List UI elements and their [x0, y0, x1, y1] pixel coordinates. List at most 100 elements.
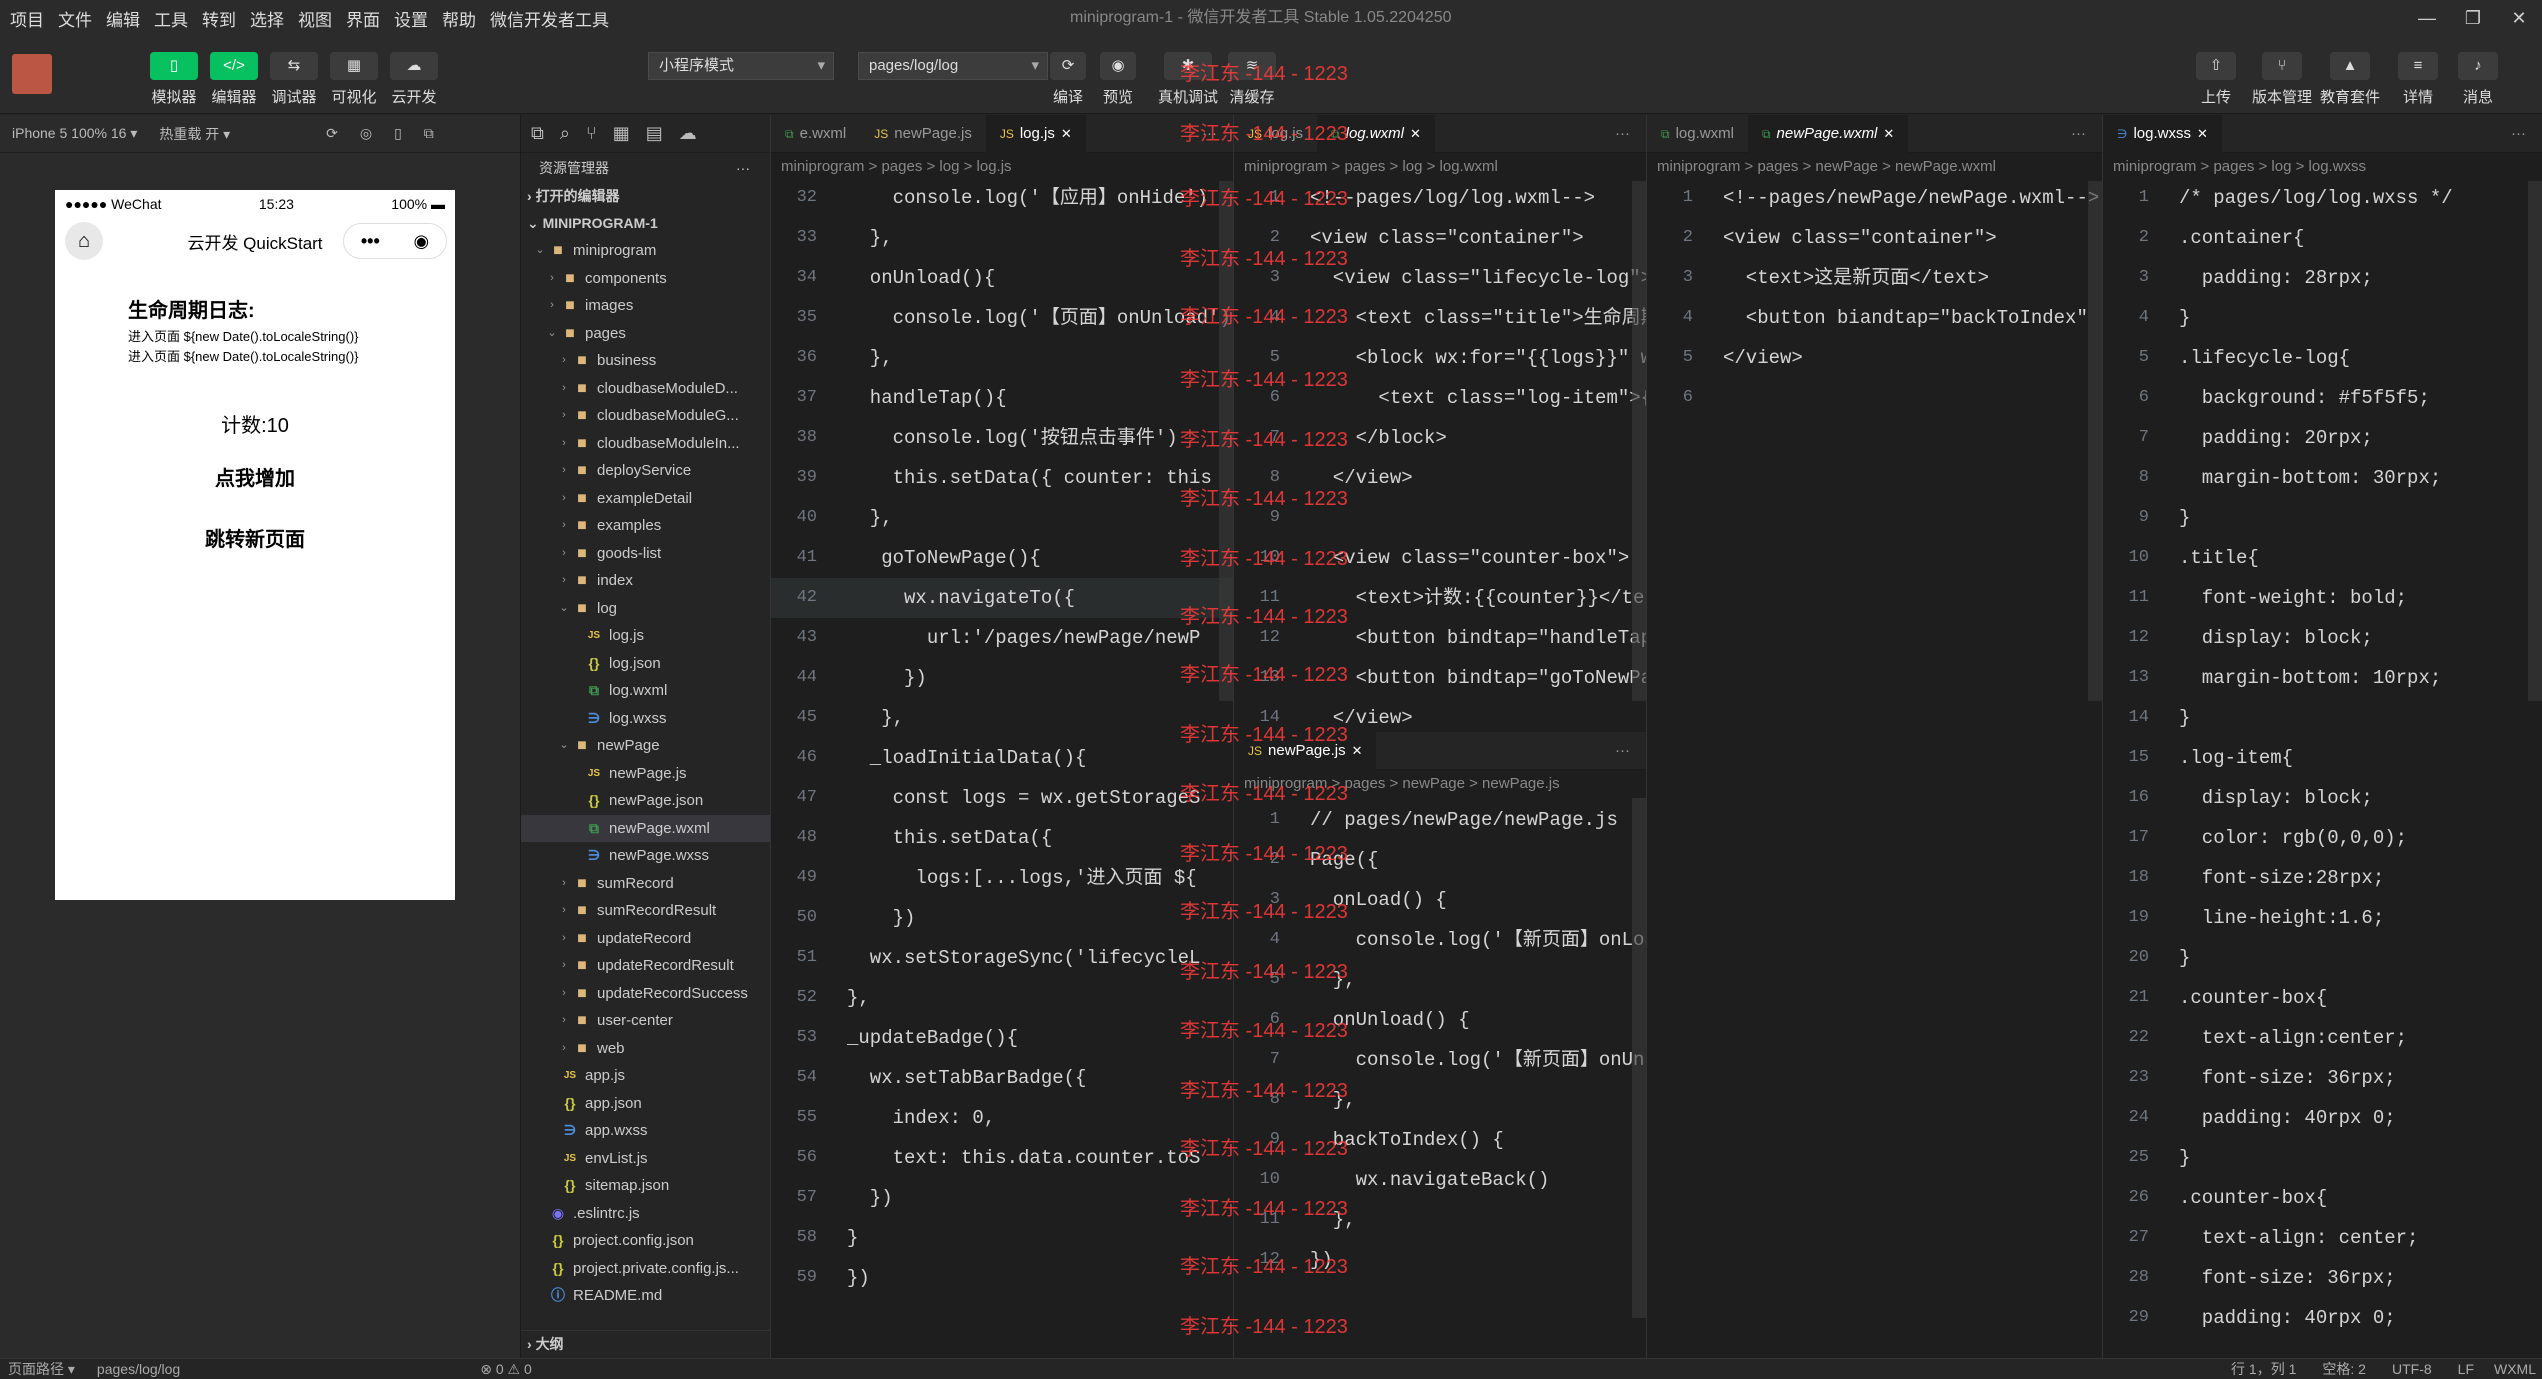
chevron-right-icon[interactable]: › [545, 265, 559, 293]
close-icon[interactable]: ✕ [2496, 0, 2542, 36]
chevron-right-icon[interactable]: › [557, 1007, 571, 1035]
file-item[interactable]: ◉ .eslintrc.js [521, 1200, 770, 1228]
editor-tab[interactable]: ⧉ newPage.wxml ✕ [1747, 115, 1909, 153]
folder-item[interactable]: ⌄ ■ log [521, 595, 770, 623]
chevron-right-icon[interactable]: › [545, 292, 559, 320]
file-item[interactable]: {} newPage.json [521, 787, 770, 815]
scrollbar[interactable] [1632, 181, 1646, 701]
file-item[interactable]: {} project.config.json [521, 1227, 770, 1255]
close-icon[interactable]: ✕ [1061, 115, 1072, 153]
file-item[interactable]: ∋ log.wxss [521, 705, 770, 733]
version-button[interactable]: ⑂ 版本管理 [2252, 52, 2312, 107]
menu-item[interactable]: 微信开发者工具 [490, 6, 609, 31]
chevron-right-icon[interactable]: › [557, 347, 571, 375]
folder-item[interactable]: › ■ deployService [521, 457, 770, 485]
chevron-right-icon[interactable]: › [557, 897, 571, 925]
chevron-right-icon[interactable]: › [557, 485, 571, 513]
scrollbar[interactable] [1219, 181, 1233, 701]
chevron-right-icon[interactable]: › [557, 430, 571, 458]
page-path-select[interactable]: 页面路径 ▾ [8, 1359, 75, 1379]
chevron-down-icon[interactable]: ⌄ [557, 732, 571, 760]
folder-item[interactable]: ⌄ ■ miniprogram [521, 237, 770, 265]
editor-tab[interactable]: ⧉ log.wxml [1647, 115, 1748, 153]
close-icon[interactable]: ✕ [1410, 115, 1421, 153]
open-editors-section[interactable]: › 打开的编辑器 [521, 183, 770, 210]
storage-icon[interactable]: ▤ [646, 123, 663, 144]
folder-item[interactable]: › ■ sumRecord [521, 870, 770, 898]
eol[interactable]: LF [2458, 1361, 2474, 1377]
capsule-menu[interactable]: ••• ◉ [343, 223, 447, 259]
more-icon[interactable]: ··· [1615, 742, 1630, 759]
file-item[interactable]: JS envList.js [521, 1145, 770, 1173]
folder-item[interactable]: › ■ web [521, 1035, 770, 1063]
more-icon[interactable]: ··· [2071, 125, 2086, 142]
file-item[interactable]: ∋ newPage.wxss [521, 842, 770, 870]
folder-item[interactable]: › ■ cloudbaseModuleIn... [521, 430, 770, 458]
problems-count[interactable]: ⊗ 0 ⚠ 0 [480, 1361, 532, 1378]
language-mode[interactable]: WXML [2494, 1361, 2536, 1377]
chevron-down-icon[interactable]: ⌄ [545, 320, 559, 348]
folder-item[interactable]: ⌄ ■ newPage [521, 732, 770, 760]
file-item[interactable]: {} app.json [521, 1090, 770, 1118]
close-icon[interactable]: ✕ [1352, 732, 1363, 770]
folder-item[interactable]: › ■ index [521, 567, 770, 595]
increment-button[interactable]: 点我增加 [55, 462, 455, 491]
upload-button[interactable]: ⇧ 上传 [2196, 52, 2236, 107]
folder-item[interactable]: › ■ cloudbaseModuleD... [521, 375, 770, 403]
project-section[interactable]: ⌄ MINIPROGRAM-1 [521, 210, 770, 237]
chevron-down-icon[interactable]: ⌄ [557, 595, 571, 623]
compile-button[interactable]: ⟳ 编译 [1050, 52, 1086, 107]
menu-item[interactable]: 转到 [202, 6, 236, 31]
visual-button[interactable]: ▦ 可视化 [330, 52, 378, 107]
editor-tab[interactable]: ⧉ log.wxml ✕ [1317, 115, 1435, 153]
navigate-button[interactable]: 跳转新页面 [55, 523, 455, 552]
close-icon[interactable]: ✕ [2197, 115, 2208, 153]
chevron-right-icon[interactable]: › [557, 925, 571, 953]
chevron-down-icon[interactable]: ⌄ [533, 237, 547, 265]
extensions-icon[interactable]: ▦ [613, 123, 630, 144]
folder-item[interactable]: › ■ examples [521, 512, 770, 540]
chevron-right-icon[interactable]: › [557, 567, 571, 595]
more-icon[interactable]: ··· [736, 153, 750, 183]
folder-item[interactable]: ⌄ ■ pages [521, 320, 770, 348]
menu-item[interactable]: 文件 [58, 6, 92, 31]
file-item[interactable]: JS app.js [521, 1062, 770, 1090]
folder-item[interactable]: › ■ updateRecordSuccess [521, 980, 770, 1008]
more-icon[interactable]: ··· [1615, 125, 1630, 142]
real-debug-button[interactable]: ✱ 真机调试 [1158, 52, 1218, 107]
chevron-right-icon[interactable]: › [557, 512, 571, 540]
editor-tab[interactable]: ⧉ e.wxml [771, 115, 860, 153]
avatar[interactable] [12, 54, 52, 94]
menu-item[interactable]: 界面 [346, 6, 380, 31]
file-item[interactable]: {} sitemap.json [521, 1172, 770, 1200]
file-item[interactable]: ⧉ newPage.wxml [521, 814, 770, 842]
menu-item[interactable]: 选择 [250, 6, 284, 31]
more-icon[interactable]: ··· [2511, 125, 2526, 142]
menu-item[interactable]: 帮助 [442, 6, 476, 31]
folder-item[interactable]: › ■ user-center [521, 1007, 770, 1035]
folder-item[interactable]: › ■ images [521, 292, 770, 320]
encoding[interactable]: UTF-8 [2392, 1361, 2432, 1377]
folder-item[interactable]: › ■ updateRecord [521, 925, 770, 953]
indent-setting[interactable]: 空格: 2 [2322, 1359, 2366, 1379]
edu-button[interactable]: ▲ 教育套件 [2320, 52, 2380, 107]
file-item[interactable]: JS newPage.js [521, 760, 770, 788]
minimize-icon[interactable]: — [2404, 0, 2450, 36]
file-item[interactable]: ⧉ log.wxml [521, 677, 770, 705]
maximize-icon[interactable]: ❐ [2450, 0, 2496, 36]
compile-path-select[interactable]: pages/log/log [858, 52, 1048, 80]
debugger-button[interactable]: ⇆ 调试器 [270, 52, 318, 107]
message-button[interactable]: ♪ 消息 [2458, 52, 2498, 107]
menu-item[interactable]: 编辑 [106, 6, 140, 31]
chevron-right-icon[interactable]: › [557, 1035, 571, 1063]
editor-tab[interactable]: JS log.js ✕ [985, 115, 1086, 153]
file-item[interactable]: {} log.json [521, 650, 770, 678]
home-icon[interactable]: ⌂ [65, 222, 103, 260]
chevron-right-icon[interactable]: › [557, 980, 571, 1008]
chevron-right-icon[interactable]: › [557, 870, 571, 898]
more-icon[interactable]: ··· [1202, 125, 1217, 142]
detail-button[interactable]: ≡ 详情 [2398, 52, 2438, 107]
scrollbar[interactable] [2528, 181, 2542, 701]
scrollbar[interactable] [2088, 181, 2102, 701]
cloud-icon[interactable]: ☁ [679, 123, 697, 144]
